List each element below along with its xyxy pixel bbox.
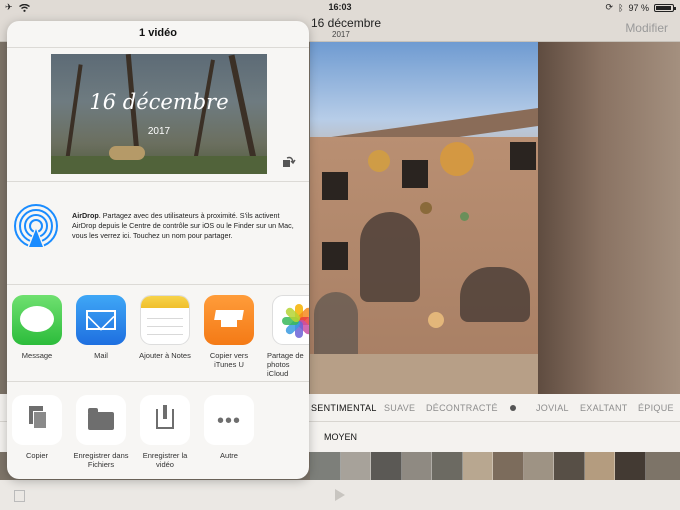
mood-exaltant[interactable]: EXALTANT bbox=[580, 403, 628, 413]
preview-title: 16 décembre bbox=[89, 90, 229, 114]
more-icon: ••• bbox=[204, 395, 254, 445]
mood-epique[interactable]: ÉPIQUE bbox=[638, 403, 674, 413]
share-app-itunes-u[interactable]: Copier vers iTunes U bbox=[199, 295, 259, 369]
action-label: Enregistrer dans Fichiers bbox=[73, 451, 129, 469]
rotation-lock-icon: ⟳ bbox=[605, 2, 614, 12]
share-app-label: Mail bbox=[94, 351, 108, 360]
action-save-video[interactable]: Enregistrer la vidéo bbox=[135, 395, 195, 469]
mood-jovial[interactable]: JOVIAL bbox=[536, 403, 569, 413]
messages-icon bbox=[12, 295, 62, 345]
action-save-to-files[interactable]: Enregistrer dans Fichiers bbox=[71, 395, 131, 469]
video-preview: 16 décembre 2017 bbox=[51, 54, 267, 174]
status-bar: ✈ 16:03 ⟳ ᛒ 97 % bbox=[0, 0, 680, 14]
itunes-u-icon bbox=[204, 295, 254, 345]
battery-percent: 97 % bbox=[628, 2, 649, 13]
nav-subtitle: 2017 bbox=[332, 30, 350, 39]
action-label: Copier bbox=[25, 451, 49, 460]
copy-icon bbox=[12, 395, 62, 445]
mood-decontracte[interactable]: DÉCONTRACTÉ bbox=[426, 403, 498, 413]
play-icon[interactable] bbox=[335, 489, 345, 501]
filmstrip[interactable] bbox=[310, 452, 647, 480]
airdrop-text: . Partagez avec des utilisateurs à proxi… bbox=[72, 211, 294, 240]
battery-icon bbox=[654, 3, 676, 12]
share-apps-row: Message Mail Ajouter à Notes Copier vers… bbox=[7, 295, 309, 381]
share-app-icloud-photos[interactable]: Partage de photos iCloud bbox=[263, 295, 309, 378]
share-app-message[interactable]: Message bbox=[7, 295, 67, 360]
folder-icon bbox=[76, 395, 126, 445]
bluetooth-icon: ᛒ bbox=[618, 2, 624, 13]
status-time: 16:03 bbox=[328, 2, 352, 12]
mood-suave[interactable]: SUAVE bbox=[384, 403, 415, 413]
share-app-label: Ajouter à Notes bbox=[139, 351, 191, 360]
share-sheet-title: 1 vidéo bbox=[139, 27, 177, 39]
photos-icon bbox=[272, 295, 309, 345]
share-app-mail[interactable]: Mail bbox=[71, 295, 131, 360]
next-photo-preview bbox=[538, 42, 680, 394]
action-label: Autre bbox=[220, 451, 238, 460]
share-actions-row: Copier Enregistrer dans Fichiers Enregis… bbox=[7, 395, 309, 475]
share-app-label: Message bbox=[21, 351, 53, 360]
length-moyen[interactable]: MOYEN bbox=[324, 432, 357, 442]
memory-photo bbox=[310, 42, 538, 394]
airdrop-description: AirDrop. Partagez avec des utilisateurs … bbox=[72, 211, 304, 241]
action-more[interactable]: ••• Autre bbox=[199, 395, 259, 460]
rotate-icon[interactable] bbox=[282, 154, 296, 168]
share-app-label: Copier vers iTunes U bbox=[209, 351, 249, 369]
share-sheet: 1 vidéo 16 décembre 2017 AirDrop. Partag… bbox=[7, 21, 309, 479]
action-copy[interactable]: Copier bbox=[7, 395, 67, 460]
save-video-icon bbox=[140, 395, 190, 445]
preview-year: 2017 bbox=[147, 126, 171, 137]
edit-button[interactable]: Modifier bbox=[625, 21, 668, 35]
mood-indicator-dot bbox=[510, 405, 516, 411]
notes-icon bbox=[140, 295, 190, 345]
trash-icon[interactable] bbox=[14, 490, 25, 502]
airdrop-icon bbox=[14, 204, 58, 248]
share-app-label: Partage de photos iCloud bbox=[267, 351, 304, 378]
action-label: Enregistrer la vidéo bbox=[142, 451, 188, 469]
mood-sentimental[interactable]: SENTIMENTAL bbox=[311, 403, 377, 413]
airdrop-label: AirDrop bbox=[72, 211, 99, 220]
nav-title: 16 décembre bbox=[311, 16, 382, 30]
share-app-notes[interactable]: Ajouter à Notes bbox=[135, 295, 195, 360]
mail-icon bbox=[76, 295, 126, 345]
